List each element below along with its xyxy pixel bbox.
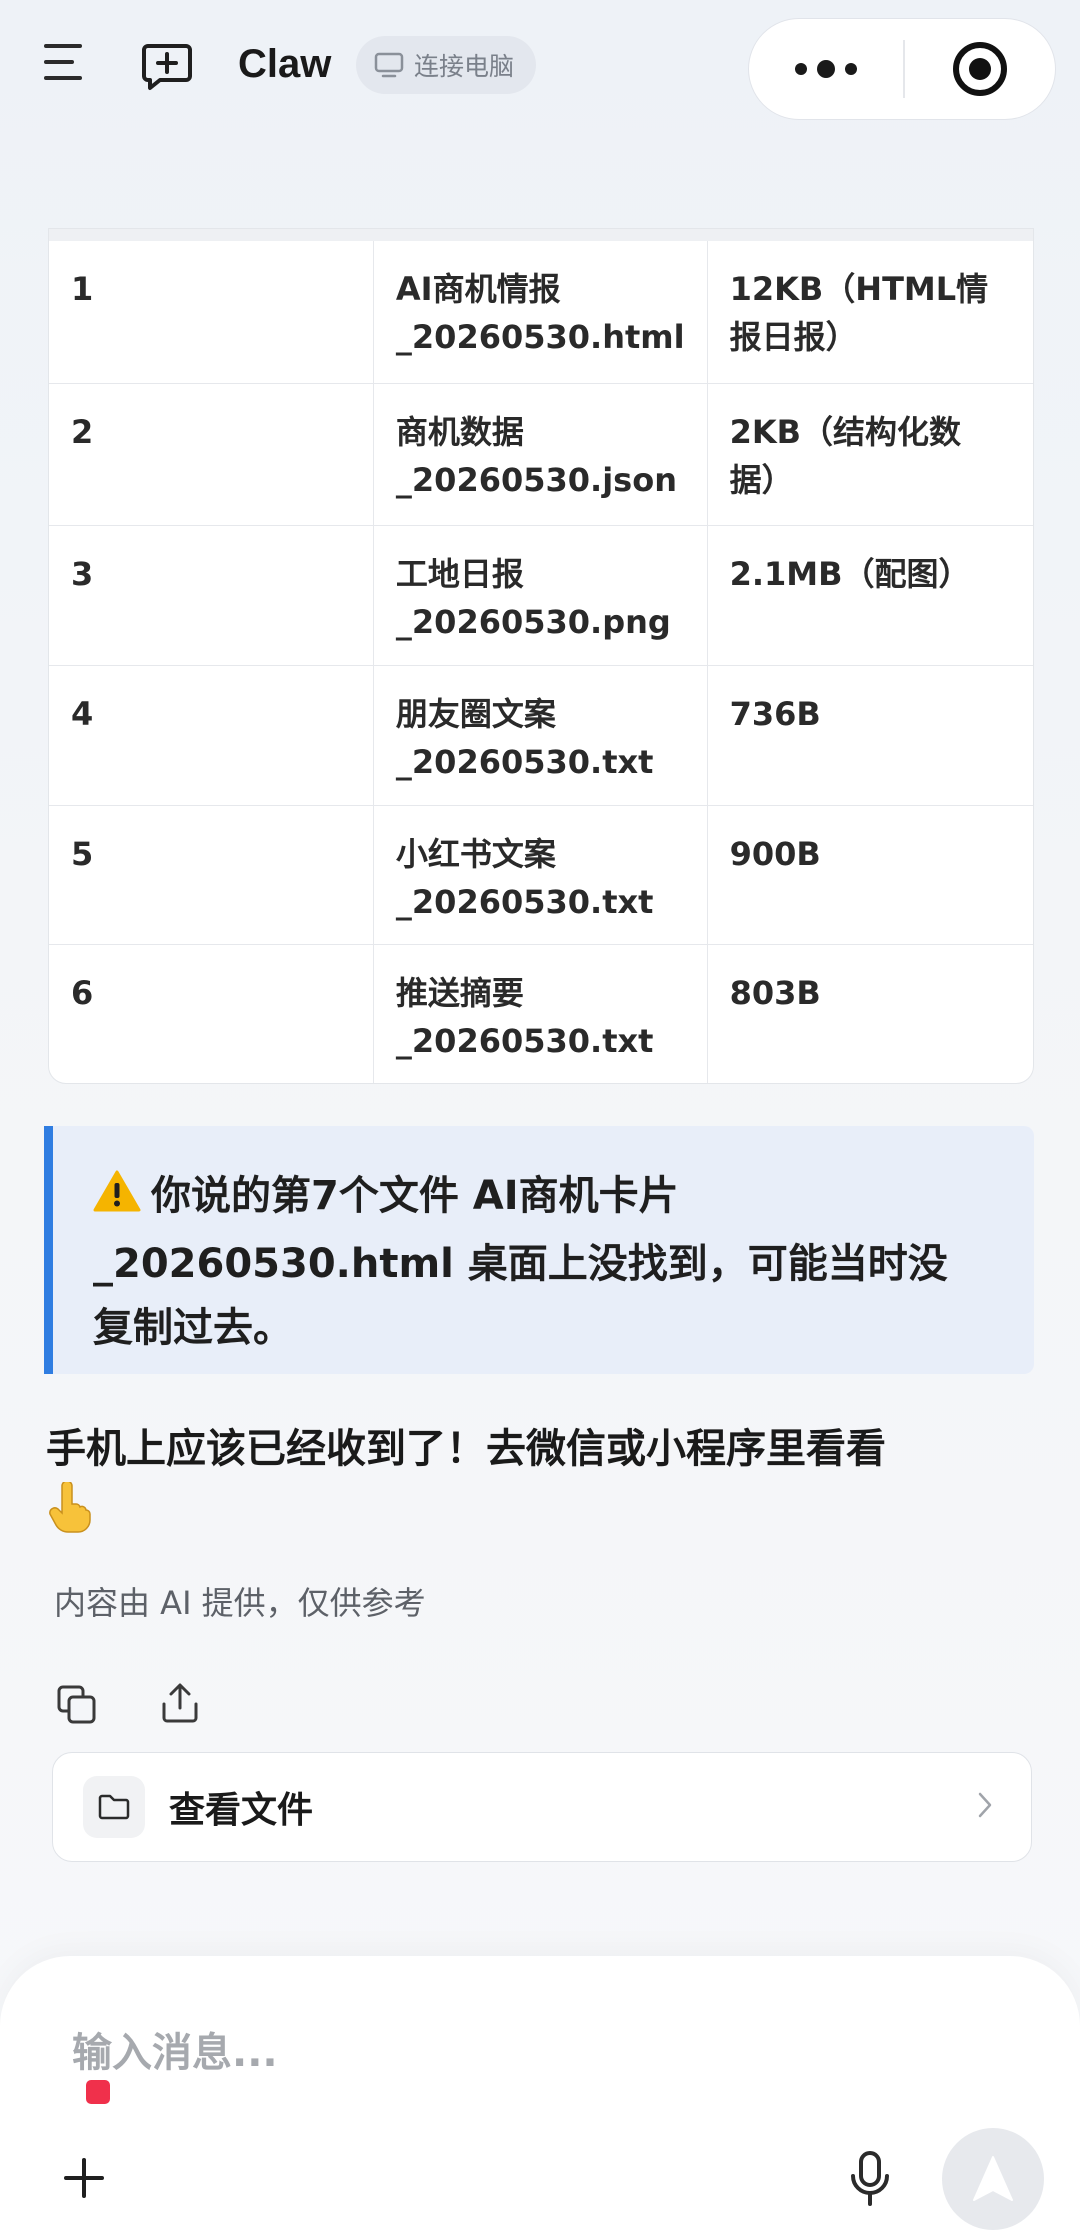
connect-computer-button[interactable]: 连接电脑 xyxy=(356,36,537,94)
new-chat-icon[interactable] xyxy=(140,40,194,92)
plus-icon[interactable] xyxy=(64,2158,104,2198)
send-icon xyxy=(973,2156,1013,2201)
file-size: 803B xyxy=(729,973,821,1012)
table-row: 4 朋友圈文案 _20260530.txt 736B xyxy=(49,665,1033,806)
file-name: 商机数据 _20260530.json xyxy=(373,383,708,526)
app-title: Claw xyxy=(238,42,332,86)
more-icon[interactable] xyxy=(749,19,903,119)
warning-icon xyxy=(93,1168,141,1232)
warning-line-1: 你说的第7个文件 AI商机卡片 xyxy=(93,1164,1004,1232)
mini-program-capsule xyxy=(748,18,1056,120)
connect-computer-label: 连接电脑 xyxy=(414,52,515,81)
view-files-button[interactable]: 查看文件 xyxy=(52,1752,1032,1862)
file-size: 2.1MB（配图） xyxy=(707,525,1033,666)
warning-quote: 你说的第7个文件 AI商机卡片 _20260530.html 桌面上没找到，可能… xyxy=(44,1126,1034,1374)
ai-disclaimer: 内容由 AI 提供，仅供参考 xyxy=(54,1584,426,1622)
copy-icon[interactable] xyxy=(56,1684,98,1726)
table-row: 5 小红书文案 _20260530.txt 900B xyxy=(49,805,1033,945)
message-input[interactable]: 输入消息... xyxy=(72,2020,278,2078)
input-panel xyxy=(0,1956,1080,2230)
folder-icon xyxy=(83,1776,145,1838)
file-size: 900B xyxy=(707,805,1033,945)
table-row: 1 AI商机情报 _20260530.html 12KB（HTML情 报日报） xyxy=(49,241,1033,384)
chevron-right-icon xyxy=(977,1791,993,1823)
top-bar: Claw 连接电脑 xyxy=(0,0,1080,140)
menu-icon[interactable] xyxy=(44,40,88,84)
warning-text-1: 你说的第7个文件 AI商机卡片 xyxy=(151,1173,679,1219)
file-index: 3 xyxy=(49,525,374,666)
pointing-hand-icon xyxy=(46,1480,92,1552)
table-row: 3 工地日报 _20260530.png 2.1MB（配图） xyxy=(49,525,1033,666)
file-size: 736B xyxy=(707,665,1033,806)
file-index: 1 xyxy=(49,241,374,384)
send-button[interactable] xyxy=(942,2128,1044,2230)
file-name: 小红书文案 _20260530.txt xyxy=(373,805,708,945)
record-icon[interactable] xyxy=(905,19,1055,119)
file-index: 5 xyxy=(49,805,374,945)
view-files-label: 查看文件 xyxy=(169,1790,314,1831)
file-index: 6 xyxy=(49,944,374,1083)
file-size: 2KB（结构化数 据） xyxy=(707,383,1033,526)
file-size: 12KB（HTML情 报日报） xyxy=(707,241,1033,384)
file-name: AI商机情报 _20260530.html xyxy=(373,241,708,384)
table-row: 2 商机数据 _20260530.json 2KB（结构化数 据） xyxy=(49,383,1033,526)
file-index: 4 xyxy=(49,665,374,806)
recording-indicator xyxy=(86,2080,110,2104)
monitor-icon xyxy=(374,52,404,78)
mic-icon[interactable] xyxy=(848,2150,892,2208)
reply-text: 手机上应该已经收到了！去微信或小程序里看看 xyxy=(46,1426,886,1472)
file-name: 工地日报 _20260530.png xyxy=(373,525,708,666)
file-name: 推送摘要 _20260530.txt xyxy=(373,944,708,1083)
file-index: 2 xyxy=(49,383,374,526)
warning-line-3: 复制过去。 xyxy=(93,1305,293,1351)
warning-line-2: _20260530.html 桌面上没找到，可能当时没 xyxy=(93,1241,948,1287)
reply-message: 手机上应该已经收到了！去微信或小程序里看看 xyxy=(46,1418,1036,1552)
file-name: 朋友圈文案 _20260530.txt xyxy=(373,665,708,806)
table-row: 6 推送摘要 _20260530.txt 803B xyxy=(49,944,1033,1083)
files-table: 1 AI商机情报 _20260530.html 12KB（HTML情 报日报） 2 … xyxy=(48,228,1034,1084)
share-icon[interactable] xyxy=(160,1682,200,1724)
